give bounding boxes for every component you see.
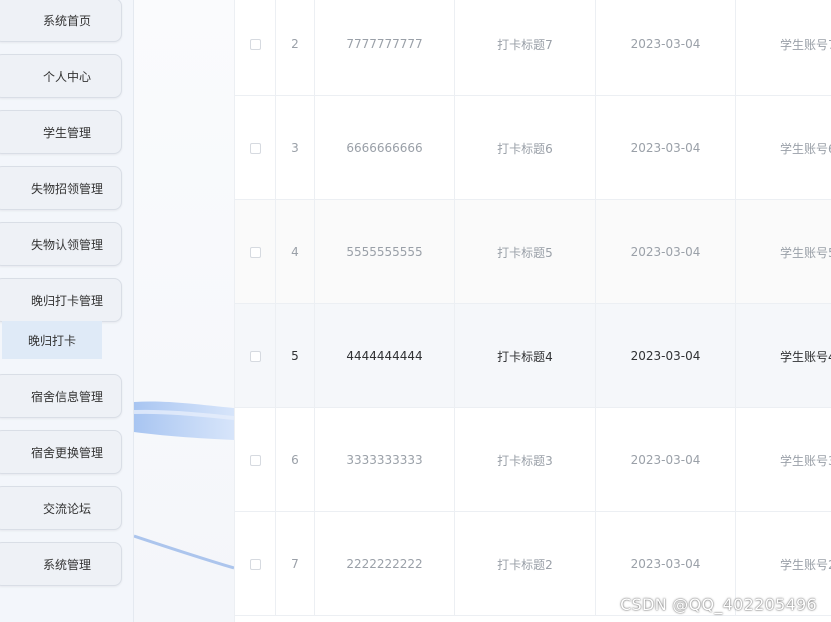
table-row[interactable]: 6 3333333333 打卡标题3 2023-03-04 学生账号3 bbox=[235, 408, 831, 512]
index-cell: 2 bbox=[276, 0, 315, 96]
title-cell: 打卡标题6 bbox=[455, 96, 596, 200]
phone-cell: 3333333333 bbox=[315, 408, 455, 512]
row-select-cell bbox=[235, 408, 276, 512]
sidebar-item-profile[interactable]: 个人中心 bbox=[0, 54, 122, 98]
date-cell: 2023-03-04 bbox=[596, 96, 736, 200]
row-select-cell bbox=[235, 304, 276, 408]
phone-cell: 7777777777 bbox=[315, 0, 455, 96]
row-checkbox[interactable] bbox=[249, 558, 261, 570]
sidebar-item-lost-claim[interactable]: 失物认领管理 bbox=[0, 222, 122, 266]
row-checkbox[interactable] bbox=[249, 38, 261, 50]
background-wave-graphic bbox=[134, 401, 234, 570]
watermark-text: CSDN @QQ_402205496 bbox=[620, 595, 817, 614]
sidebar-subitem-late-checkin[interactable]: 晚归打卡 bbox=[2, 321, 102, 359]
sidebar-item-forum[interactable]: 交流论坛 bbox=[0, 486, 122, 530]
sidebar-item-system[interactable]: 系统管理 bbox=[0, 542, 122, 586]
phone-cell: 5555555555 bbox=[315, 200, 455, 304]
table-row[interactable]: 5 4444444444 打卡标题4 2023-03-04 学生账号4 bbox=[235, 304, 831, 408]
sidebar-item-label: 系统管理 bbox=[42, 557, 91, 572]
account-cell: 学生账号4 bbox=[780, 349, 831, 364]
sidebar-item-students[interactable]: 学生管理 bbox=[0, 110, 122, 154]
sidebar-item-label: 晚归打卡管理 bbox=[30, 293, 103, 308]
index-cell: 6 bbox=[276, 408, 315, 512]
sidebar-item-label: 学生管理 bbox=[42, 125, 91, 140]
sidebar-item-late-checkin[interactable]: 晚归打卡管理 bbox=[0, 278, 122, 322]
title-cell: 打卡标题2 bbox=[455, 512, 596, 616]
sidebar-item-label: 个人中心 bbox=[42, 69, 91, 84]
table-row[interactable]: 2 7777777777 打卡标题7 2023-03-04 学生账号7 bbox=[235, 0, 831, 96]
sidebar-item-label: 失物认领管理 bbox=[30, 237, 103, 252]
sidebar-item-label: 交流论坛 bbox=[42, 501, 91, 516]
sidebar-subitem-label: 晚归打卡 bbox=[27, 333, 76, 348]
sidebar: 系统首页 个人中心 学生管理 失物招领管理 失物认领管理 晚归打卡管理 晚归打卡… bbox=[0, 0, 134, 622]
row-checkbox[interactable] bbox=[249, 246, 261, 258]
phone-cell: 2222222222 bbox=[315, 512, 455, 616]
date-cell: 2023-03-04 bbox=[596, 200, 736, 304]
sidebar-item-lost-found[interactable]: 失物招领管理 bbox=[0, 166, 122, 210]
title-cell: 打卡标题4 bbox=[455, 304, 596, 408]
sidebar-item-label: 失物招领管理 bbox=[30, 181, 103, 196]
row-checkbox[interactable] bbox=[249, 350, 261, 362]
sidebar-item-label: 系统首页 bbox=[42, 13, 91, 28]
date-cell: 2023-03-04 bbox=[596, 408, 736, 512]
title-cell: 打卡标题5 bbox=[455, 200, 596, 304]
phone-cell: 4444444444 bbox=[315, 304, 455, 408]
phone-cell: 6666666666 bbox=[315, 96, 455, 200]
row-select-cell bbox=[235, 200, 276, 304]
table-row[interactable]: 4 5555555555 打卡标题5 2023-03-04 学生账号5 bbox=[235, 200, 831, 304]
index-cell: 4 bbox=[276, 200, 315, 304]
sidebar-item-label: 宿舍信息管理 bbox=[30, 389, 103, 404]
date-cell: 2023-03-04 bbox=[596, 0, 736, 96]
table-row[interactable]: 3 6666666666 打卡标题6 2023-03-04 学生账号6 bbox=[235, 96, 831, 200]
index-cell: 7 bbox=[276, 512, 315, 616]
row-select-cell bbox=[235, 96, 276, 200]
account-cell: 学生账号5 bbox=[780, 245, 831, 260]
sidebar-item-dorm-change[interactable]: 宿舍更换管理 bbox=[0, 430, 122, 474]
row-checkbox[interactable] bbox=[249, 142, 261, 154]
account-cell: 学生账号6 bbox=[780, 141, 831, 156]
row-select-cell bbox=[235, 512, 276, 616]
account-cell: 学生账号3 bbox=[780, 453, 831, 468]
sidebar-item-home[interactable]: 系统首页 bbox=[0, 0, 122, 42]
background-decoration bbox=[134, 0, 234, 622]
account-cell: 学生账号7 bbox=[780, 37, 831, 52]
sidebar-item-dorm-info[interactable]: 宿舍信息管理 bbox=[0, 374, 122, 418]
index-cell: 3 bbox=[276, 96, 315, 200]
row-select-cell bbox=[235, 0, 276, 96]
checkin-table: 2 7777777777 打卡标题7 2023-03-04 学生账号7 3 66… bbox=[234, 0, 831, 622]
index-cell: 5 bbox=[276, 304, 315, 408]
title-cell: 打卡标题3 bbox=[455, 408, 596, 512]
sidebar-item-label: 宿舍更换管理 bbox=[30, 445, 103, 460]
date-cell: 2023-03-04 bbox=[596, 304, 736, 408]
row-checkbox[interactable] bbox=[249, 454, 261, 466]
title-cell: 打卡标题7 bbox=[455, 0, 596, 96]
